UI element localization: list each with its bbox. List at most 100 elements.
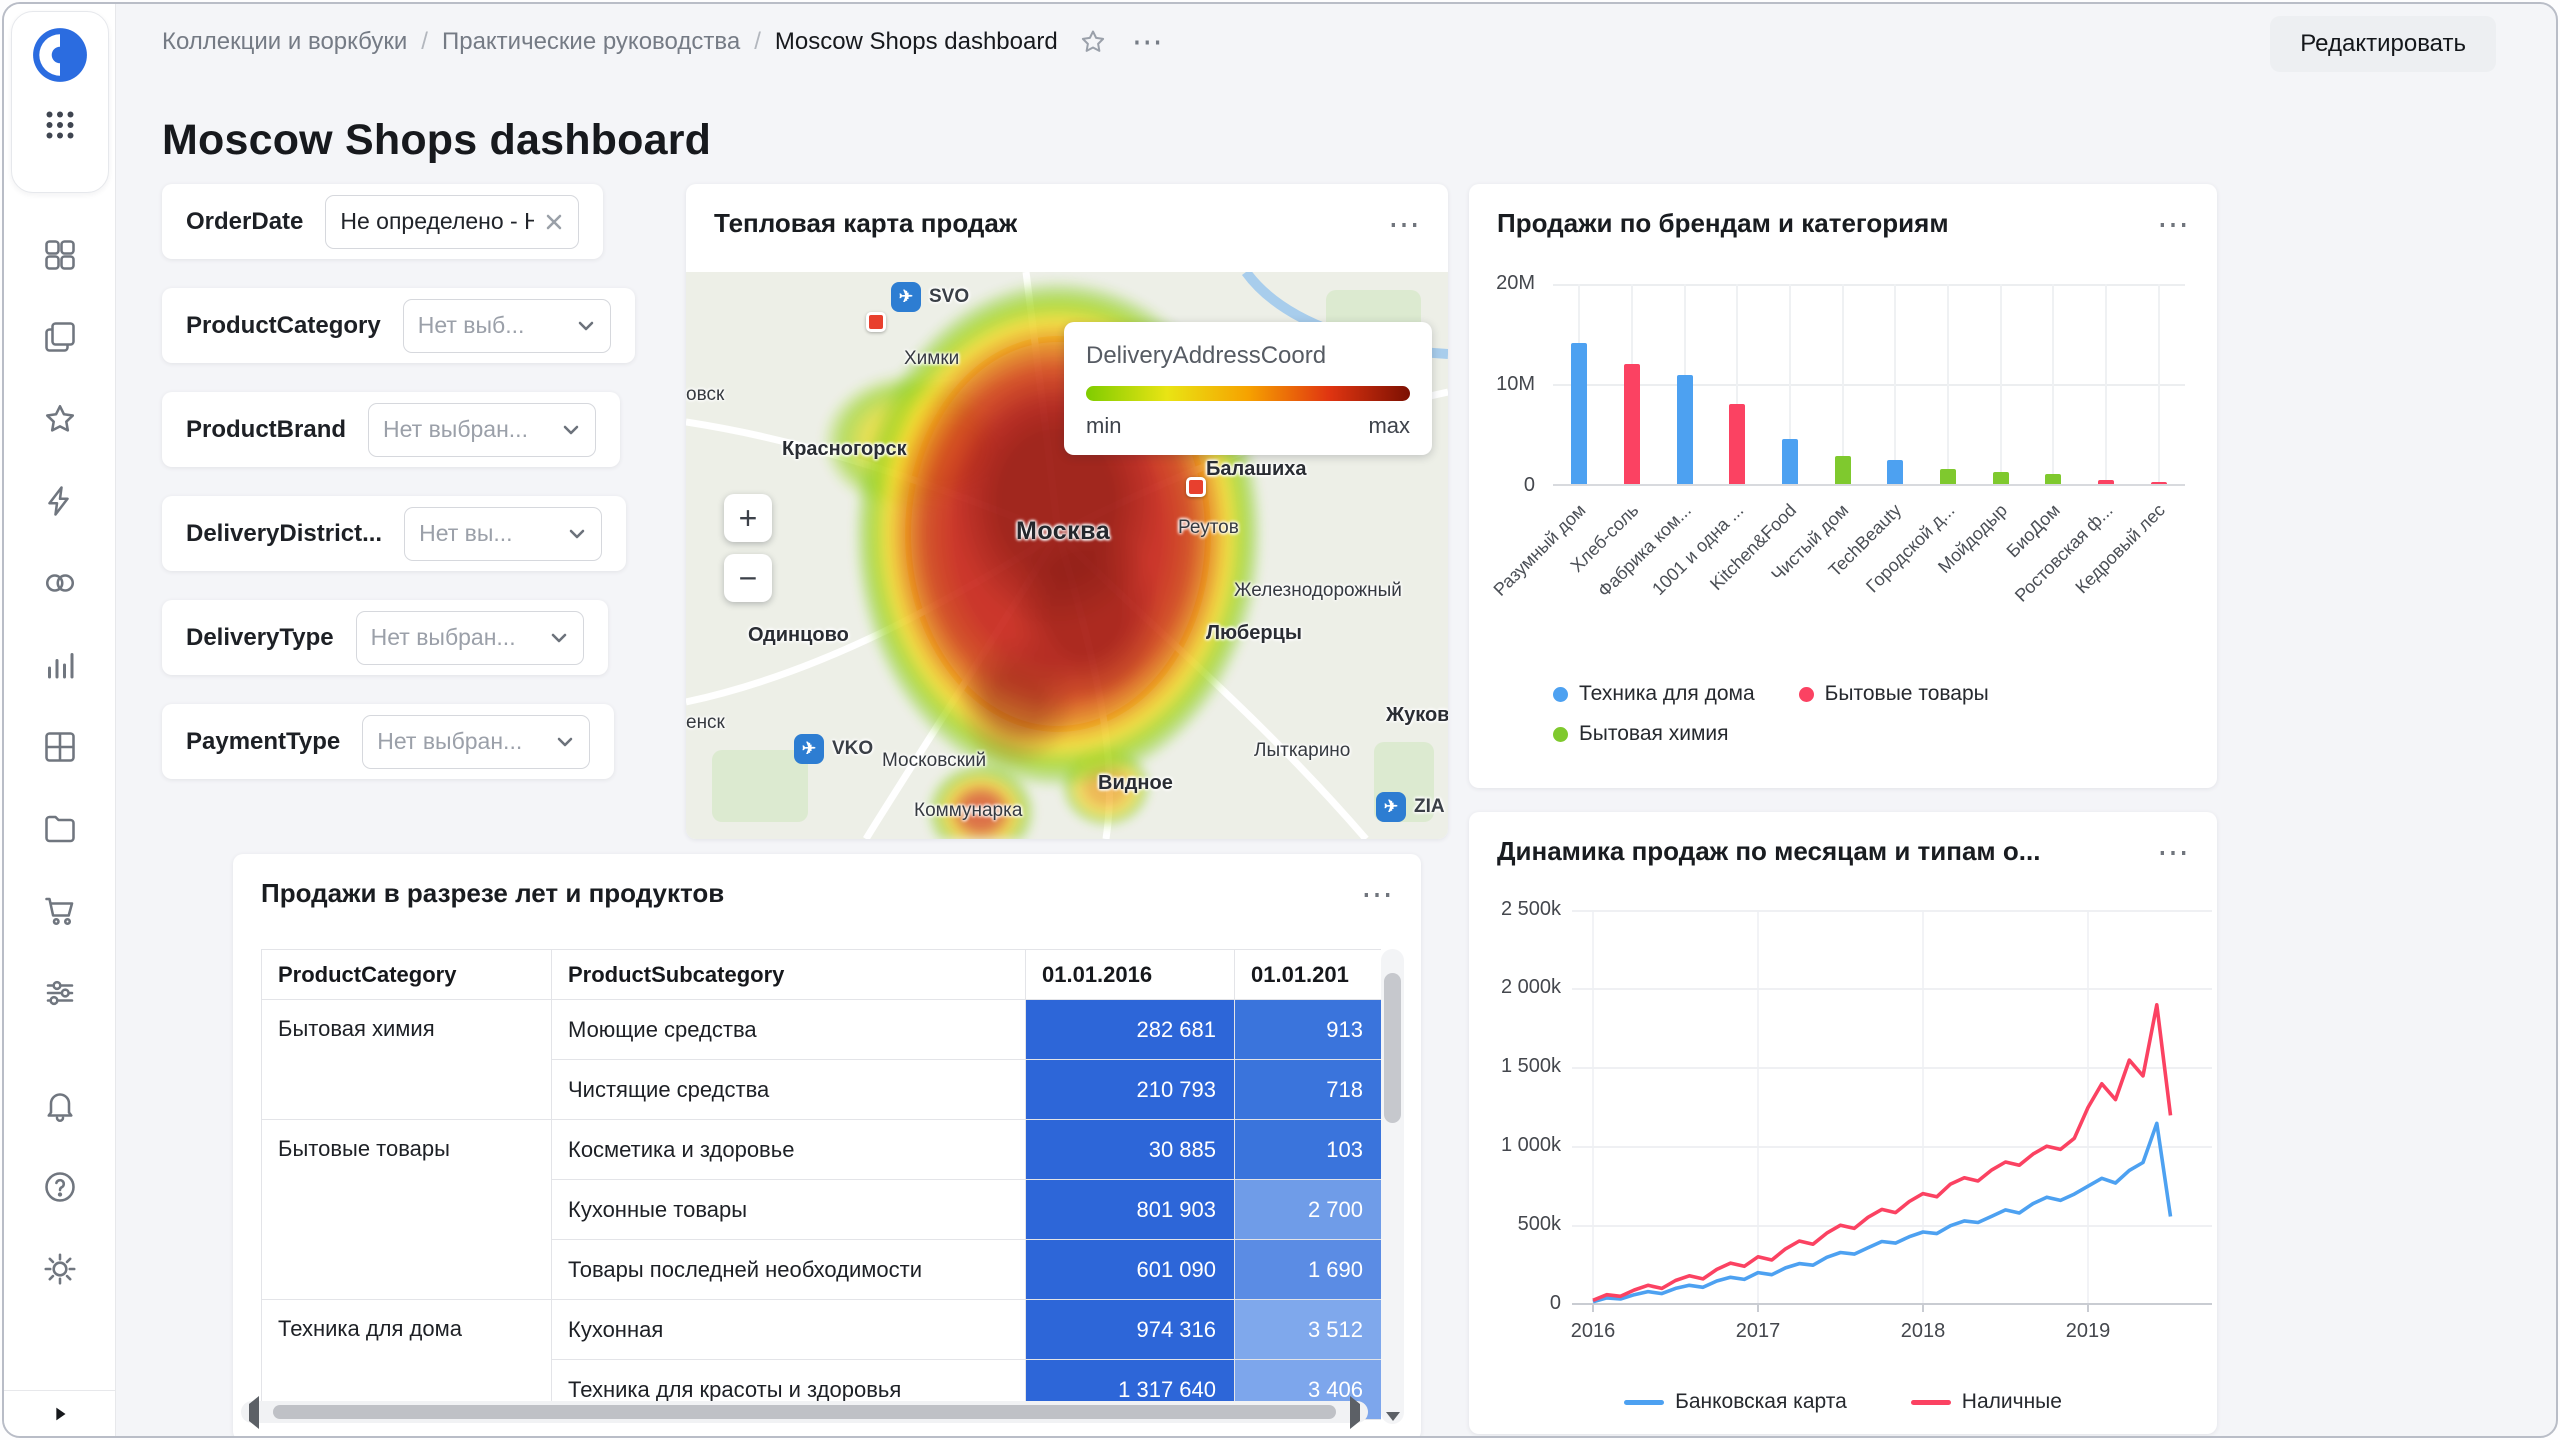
sidebar-nav: [4, 236, 116, 1012]
bar-chart-card: Продажи по брендам и категориям ⋯ 20M10M…: [1469, 184, 2217, 788]
value-cell[interactable]: 913: [1235, 1000, 1382, 1060]
filter-value: Нет выбран...: [377, 728, 545, 755]
bar[interactable]: [1677, 375, 1693, 484]
vertical-scrollbar[interactable]: [1381, 949, 1404, 1424]
bar[interactable]: [1835, 456, 1851, 484]
table-header-cell[interactable]: 01.01.201: [1235, 950, 1382, 1000]
heatmap-card-header: Тепловая карта продаж ⋯: [686, 184, 1448, 239]
map-city-label: енск: [686, 712, 725, 734]
subcategory-cell[interactable]: Косметика и здоровье: [552, 1120, 1026, 1180]
line-chart-menu-icon[interactable]: ⋯: [2157, 843, 2191, 861]
bar[interactable]: [2045, 474, 2061, 484]
value-cell[interactable]: 3 512: [1235, 1300, 1382, 1360]
category-cell[interactable]: Бытовые товары: [262, 1120, 552, 1300]
bar-chart-menu-icon[interactable]: ⋯: [2157, 215, 2191, 233]
sidebar-quick-actions-icon[interactable]: [41, 482, 79, 520]
heatmap-map[interactable]: ✈SVOХимкиовскКрасногорскМоскваБалашихаРе…: [686, 272, 1448, 839]
airport-code: VKO: [832, 738, 873, 760]
sidebar-service-settings-icon[interactable]: [41, 974, 79, 1012]
map-city-label: Жуковс: [1386, 704, 1448, 727]
filter-select[interactable]: Нет выбран...: [368, 403, 596, 457]
subcategory-cell[interactable]: Моющие средства: [552, 1000, 1026, 1060]
scroll-left-icon[interactable]: [249, 1404, 259, 1422]
line-plot[interactable]: [1572, 910, 2212, 1312]
airport-label: ✈SVO: [891, 282, 969, 312]
subcategory-cell[interactable]: Чистящие средства: [552, 1060, 1026, 1120]
subcategory-cell[interactable]: Кухонная: [552, 1300, 1026, 1360]
line-chart-area: 2 500k2 000k1 500k1 000k500k0 2016201720…: [1469, 900, 2217, 1434]
breadcrumb-more-icon[interactable]: ⋯: [1132, 32, 1165, 52]
breadcrumb-item[interactable]: Практические руководства: [442, 28, 740, 56]
horizontal-scrollbar[interactable]: [241, 1401, 1368, 1423]
apps-grid-icon[interactable]: [41, 106, 79, 144]
notifications-bell-icon[interactable]: [41, 1086, 79, 1124]
value-cell[interactable]: 974 316: [1026, 1300, 1235, 1360]
value-cell[interactable]: 210 793: [1026, 1060, 1235, 1120]
sidebar-marketplace-icon[interactable]: [41, 892, 79, 930]
edit-button[interactable]: Редактировать: [2270, 16, 2496, 72]
zoom-in-button[interactable]: +: [724, 494, 772, 542]
bar[interactable]: [1782, 439, 1798, 484]
scroll-right-icon[interactable]: [1350, 1404, 1360, 1422]
zoom-out-button[interactable]: −: [724, 554, 772, 602]
top-header: Коллекции и воркбуки/Практические руково…: [116, 4, 2556, 80]
sidebar-workbooks-icon[interactable]: [41, 318, 79, 356]
favorite-star-icon[interactable]: [1078, 27, 1108, 57]
table-header-cell[interactable]: 01.01.2016: [1026, 950, 1235, 1000]
bar-plot[interactable]: [1553, 284, 2185, 486]
table-menu-icon[interactable]: ⋯: [1361, 885, 1395, 903]
value-cell[interactable]: 30 885: [1026, 1120, 1235, 1180]
value-cell[interactable]: 718: [1235, 1060, 1382, 1120]
bar[interactable]: [1624, 364, 1640, 484]
bar-legend: Техника для дома Бытовые товары Бытовая хи…: [1553, 682, 2153, 746]
legend-item[interactable]: Наличные: [1911, 1390, 2062, 1414]
sidebar-storage-icon[interactable]: [41, 810, 79, 848]
category-cell[interactable]: Бытовая химия: [262, 1000, 552, 1120]
filter-select[interactable]: Нет вы...: [404, 507, 602, 561]
sidebar-charts-icon[interactable]: [41, 646, 79, 684]
heatmap-menu-icon[interactable]: ⋯: [1388, 215, 1422, 233]
sidebar-connections-icon[interactable]: [41, 564, 79, 602]
filter-select[interactable]: Нет выбран...: [362, 715, 590, 769]
bar[interactable]: [1993, 472, 2009, 484]
filter-select[interactable]: Нет выб...: [403, 299, 611, 353]
bar-gridline-v: [2000, 284, 2002, 484]
value-cell[interactable]: 103: [1235, 1120, 1382, 1180]
datalens-logo-icon[interactable]: [31, 26, 89, 84]
legend-item[interactable]: Техника для дома: [1553, 682, 1755, 706]
legend-item[interactable]: Бытовая химия: [1553, 722, 1729, 746]
vertical-scrollbar-thumb[interactable]: [1384, 973, 1401, 1123]
sidebar-dashboards-icon[interactable]: [41, 236, 79, 274]
value-cell[interactable]: 601 090: [1026, 1240, 1235, 1300]
bar[interactable]: [1940, 469, 1956, 484]
subcategory-cell[interactable]: Кухонные товары: [552, 1180, 1026, 1240]
filter-date-input[interactable]: Не определено - Н: [325, 195, 579, 249]
subcategory-cell[interactable]: Товары последней необходимости: [552, 1240, 1026, 1300]
breadcrumb-item[interactable]: Коллекции и воркбуки: [162, 28, 407, 56]
sidebar-datasets-icon[interactable]: [41, 728, 79, 766]
horizontal-scrollbar-thumb[interactable]: [273, 1405, 1336, 1419]
clear-icon[interactable]: [542, 210, 566, 234]
value-cell[interactable]: 1 690: [1235, 1240, 1382, 1300]
table-header-cell[interactable]: ProductSubcategory: [552, 950, 1026, 1000]
value-cell[interactable]: 282 681: [1026, 1000, 1235, 1060]
sidebar-favorites-icon[interactable]: [41, 400, 79, 438]
scroll-down-icon[interactable]: [1381, 1412, 1404, 1421]
legend-line: [1624, 1400, 1664, 1405]
bar[interactable]: [2098, 480, 2114, 484]
bar[interactable]: [1571, 343, 1587, 484]
bar[interactable]: [2151, 482, 2167, 484]
value-cell[interactable]: 2 700: [1235, 1180, 1382, 1240]
settings-gear-icon[interactable]: [41, 1250, 79, 1288]
expand-panel-button[interactable]: [4, 1390, 116, 1436]
table-scroll-area[interactable]: ProductCategoryProductSubcategory01.01.2…: [261, 949, 1381, 1424]
filter-select[interactable]: Нет выбран...: [356, 611, 584, 665]
legend-item[interactable]: Банковская карта: [1624, 1390, 1847, 1414]
help-icon[interactable]: [41, 1168, 79, 1206]
filter-PaymentType: PaymentTypeНет выбран...: [162, 704, 614, 779]
value-cell[interactable]: 801 903: [1026, 1180, 1235, 1240]
bar[interactable]: [1887, 460, 1903, 484]
bar[interactable]: [1729, 404, 1745, 484]
legend-item[interactable]: Бытовые товары: [1799, 682, 1989, 706]
table-header-cell[interactable]: ProductCategory: [262, 950, 552, 1000]
